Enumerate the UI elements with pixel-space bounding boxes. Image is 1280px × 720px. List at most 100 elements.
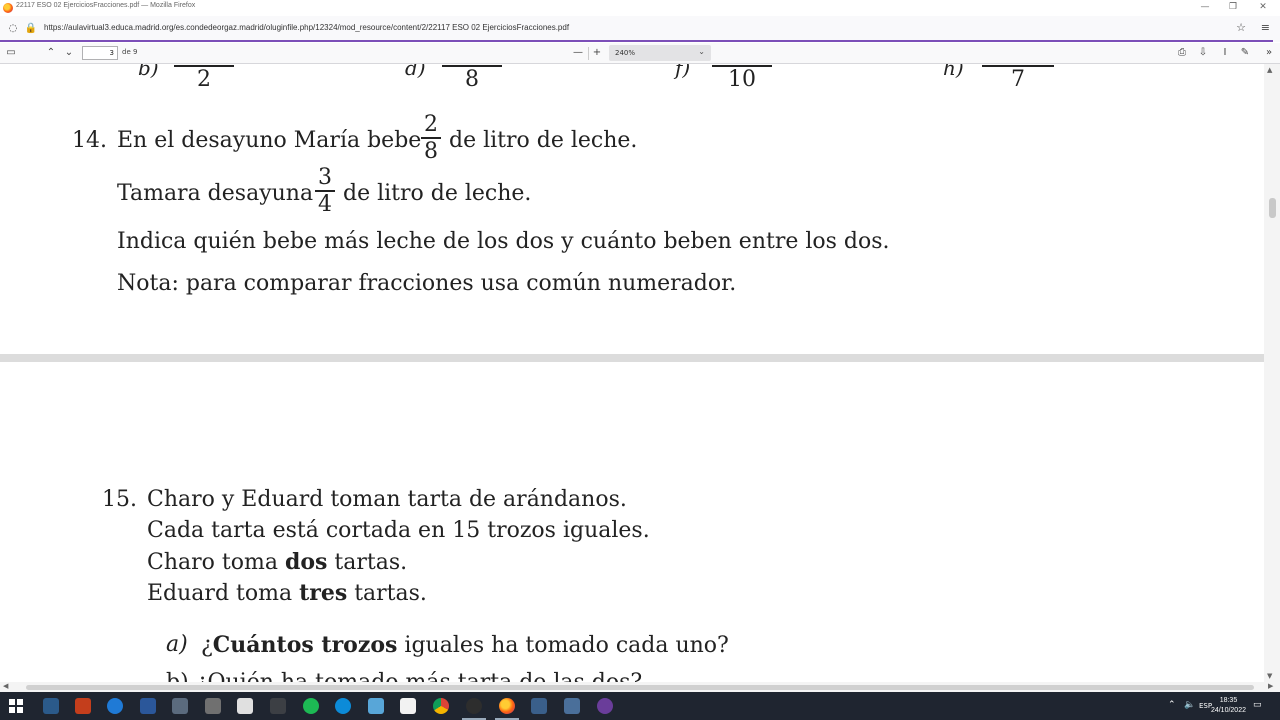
urlbar-accent-line [0, 40, 1273, 42]
window-titlebar: 22117 ESO 02 EjerciciosFracciones.pdf — … [0, 0, 1280, 16]
scroll-right-icon[interactable]: ▶ [1268, 682, 1273, 690]
taskbar: ⌃ 🔈 ESP 18:35 24/10/2022 ▭ [0, 692, 1280, 720]
shield-icon[interactable]: ◌ [6, 22, 20, 36]
item-label: a) [166, 632, 188, 657]
edge-icon[interactable] [335, 698, 351, 714]
firefox-icon[interactable] [495, 698, 519, 720]
item-label: h) [943, 64, 964, 80]
zoom-out-button[interactable]: — [571, 46, 585, 60]
clock-date: 24/10/2022 [1210, 707, 1246, 714]
volume-icon[interactable]: 🔈 [1184, 700, 1195, 710]
navigation-bar: ◌ 🔒 https://aulavirtual3.educa.madrid.or… [0, 16, 1280, 42]
previous-page-icon[interactable]: ⌃ [44, 46, 58, 60]
pdf-viewer[interactable]: b) 2 d) 8 f) 10 h) 7 14. En el desayuno … [0, 64, 1264, 682]
exercise-text: En el desayuno María bebe [117, 128, 422, 153]
calculator-icon[interactable] [205, 698, 221, 714]
lock-icon[interactable]: 🔒 [24, 22, 38, 36]
exercise-text: Eduard toma tres tartas. [147, 580, 427, 606]
scroll-up-icon[interactable]: ▲ [1267, 66, 1272, 74]
folder-icon[interactable] [270, 698, 286, 714]
app-icon[interactable] [172, 698, 188, 714]
exercise-text: Tamara desayuna [117, 181, 314, 206]
exercise-text: de litro de leche. [343, 181, 532, 206]
fraction-denominator: 8 [465, 67, 479, 92]
scrollbar-thumb[interactable] [1269, 198, 1276, 218]
spotify-icon[interactable] [303, 698, 319, 714]
firefox-icon [3, 3, 13, 13]
fraction-denominator: 10 [728, 67, 756, 92]
fraction: 7 [982, 64, 1054, 92]
item-label: b) [138, 64, 159, 80]
exercise-text: Charo y Eduard toman tarta de arándanos. [147, 487, 627, 512]
notifications-icon[interactable]: ▭ [1253, 700, 1262, 710]
app-icon[interactable] [368, 698, 384, 714]
zoom-select[interactable]: 240% ⌄ [609, 45, 711, 61]
print-icon[interactable]: ⎙ [1175, 46, 1189, 60]
sidebar-toggle-icon[interactable]: ▭ [4, 46, 18, 60]
bookmark-star-icon[interactable]: ☆ [1236, 21, 1246, 34]
obs-icon[interactable] [462, 698, 486, 720]
exercise-question: ¿Cuántos trozos iguales ha tomado cada u… [201, 632, 729, 658]
more-tools-icon[interactable]: » [1262, 46, 1276, 60]
save-icon[interactable]: ⇩ [1196, 46, 1210, 60]
word-icon[interactable] [140, 698, 156, 714]
exercise-text: de litro de leche. [449, 128, 638, 153]
window-title: 22117 ESO 02 EjerciciosFracciones.pdf — … [16, 2, 196, 9]
notepad-icon[interactable] [400, 698, 416, 714]
fraction-denominator: 2 [197, 67, 211, 92]
fraction-denominator: 7 [1011, 67, 1025, 92]
item-label: d) [405, 64, 426, 80]
pdf-toolbar: ▭ ⌃ ⌄ 3 de 9 — + 240% ⌄ ⎙ ⇩ I ✎ » [0, 43, 1280, 64]
exercise-number: 15. [102, 487, 137, 512]
fraction: 3 4 [315, 165, 335, 217]
horizontal-scrollbar[interactable]: ◀ ▶ [0, 682, 1280, 692]
exercise-number: 14. [72, 128, 107, 153]
next-page-icon[interactable]: ⌄ [62, 46, 76, 60]
zoom-value: 240% [615, 49, 636, 57]
page-count: de 9 [122, 48, 138, 56]
fraction: 8 [442, 64, 502, 92]
scrollbar-thumb[interactable] [26, 685, 1254, 690]
tray-expand-icon[interactable]: ⌃ [1168, 700, 1176, 710]
exercise-text: Cada tarta está cortada en 15 trozos igu… [147, 518, 650, 543]
url-field[interactable]: https://aulavirtual3.educa.madrid.org/es… [40, 20, 1250, 38]
chrome-icon[interactable] [433, 698, 449, 714]
scroll-left-icon[interactable]: ◀ [3, 682, 8, 690]
maximize-button[interactable]: ❐ [1226, 1, 1240, 14]
powerpoint-icon[interactable] [75, 698, 91, 714]
fraction: 10 [712, 64, 772, 92]
app-icon[interactable] [597, 698, 613, 714]
zoom-in-button[interactable]: + [590, 46, 604, 60]
clock[interactable]: 18:35 24/10/2022 [1211, 696, 1246, 716]
app-icon[interactable] [531, 698, 547, 714]
exercise-question-cutoff: b) ¿Quién ha tomado más tarta de las dos… [166, 670, 642, 682]
exercise-text: Charo toma dos tartas. [147, 549, 408, 575]
vertical-scrollbar[interactable]: ▲ ▼ [1264, 64, 1280, 682]
pdf-reader-icon[interactable] [237, 698, 253, 714]
url-text: https://aulavirtual3.educa.madrid.org/es… [44, 23, 570, 32]
fraction: 2 [174, 64, 234, 92]
clock-time: 18:35 [1219, 697, 1238, 704]
edge-legacy-icon[interactable] [107, 698, 123, 714]
fraction-numerator: 3 [318, 165, 332, 190]
draw-tool-icon[interactable]: ✎ [1238, 46, 1252, 60]
task-view-icon[interactable] [43, 698, 59, 714]
fraction-denominator: 8 [424, 139, 438, 164]
toolbar-separator [588, 47, 589, 60]
windows-start-icon[interactable] [8, 698, 24, 714]
fraction: 2 8 [421, 112, 441, 164]
item-label: f) [675, 64, 691, 80]
chevron-down-icon: ⌄ [698, 47, 705, 56]
fraction-numerator: 2 [424, 112, 438, 137]
exercise-text: Indica quién bebe más leche de los dos y… [117, 229, 890, 254]
hamburger-menu-icon[interactable]: ≡ [1261, 21, 1270, 34]
close-button[interactable]: ✕ [1256, 1, 1270, 14]
scroll-down-icon[interactable]: ▼ [1267, 672, 1272, 680]
text-tool-icon[interactable]: I [1218, 46, 1232, 60]
app-icon[interactable] [564, 698, 580, 714]
fraction-denominator: 4 [318, 192, 332, 217]
minimize-button[interactable]: — [1198, 1, 1212, 14]
page-separator [0, 354, 1264, 362]
page-number-input[interactable]: 3 [82, 46, 118, 60]
exercise-note: Nota: para comparar fracciones usa común… [117, 271, 737, 296]
